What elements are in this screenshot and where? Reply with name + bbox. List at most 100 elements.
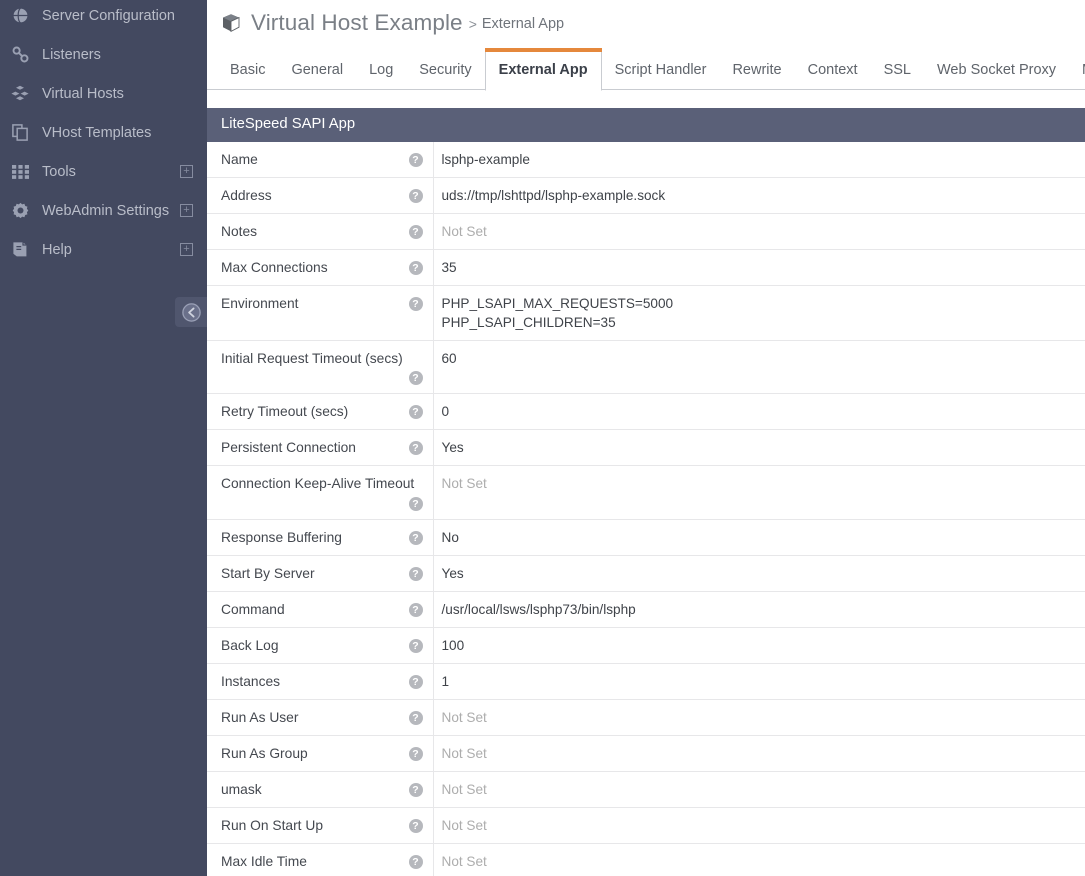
config-value-cell[interactable]: Not Set — [433, 214, 1085, 250]
help-icon[interactable]: ? — [408, 783, 423, 797]
config-value-cell[interactable]: 0 — [433, 394, 1085, 430]
config-value-cell[interactable]: 1 — [433, 664, 1085, 700]
expand-plus-icon[interactable]: + — [180, 243, 193, 256]
collapse-sidebar-button[interactable] — [175, 297, 207, 327]
label-wrapper: Command? — [221, 600, 423, 619]
config-label: umask — [221, 782, 262, 797]
tab-log[interactable]: Log — [356, 51, 406, 90]
tab-modules[interactable]: Modules — [1069, 51, 1085, 90]
sidebar-item-vhost-templates[interactable]: VHost Templates — [0, 113, 207, 152]
config-label: Connection Keep-Alive Timeout — [221, 476, 415, 491]
sidebar-item-help[interactable]: Help + — [0, 230, 207, 269]
label-wrapper: Instances? — [221, 672, 423, 691]
help-icon[interactable]: ? — [408, 297, 423, 311]
help-icon[interactable]: ? — [408, 405, 423, 419]
config-label: Run On Start Up — [221, 818, 323, 833]
expand-plus-icon[interactable]: + — [180, 204, 193, 217]
config-value: 100 — [441, 638, 465, 653]
config-label: Run As User — [221, 710, 299, 725]
tab-rewrite[interactable]: Rewrite — [719, 51, 794, 90]
book-icon — [7, 241, 33, 258]
config-value-cell[interactable]: Yes — [433, 556, 1085, 592]
sidebar-item-webadmin-settings[interactable]: WebAdmin Settings + — [0, 191, 207, 230]
tab-script-handler[interactable]: Script Handler — [602, 51, 720, 90]
tab-context[interactable]: Context — [795, 51, 871, 90]
table-row: Run On Start Up? Not Set — [207, 807, 1085, 844]
tab-bar: Basic General Log Security External App Scrip… — [207, 48, 1085, 91]
help-icon[interactable]: ? — [408, 189, 423, 203]
tab-security[interactable]: Security — [406, 51, 484, 90]
help-icon[interactable]: ? — [408, 675, 423, 689]
config-label-cell: Initial Request Timeout (secs)? — [207, 340, 434, 394]
help-icon[interactable]: ? — [408, 567, 423, 581]
config-label-cell: Max Idle Time? — [207, 843, 434, 876]
help-icon[interactable]: ? — [408, 603, 423, 617]
help-icon[interactable]: ? — [408, 639, 423, 653]
help-icon[interactable]: ? — [408, 261, 423, 275]
config-label: Retry Timeout (secs) — [221, 404, 349, 419]
config-value-cell[interactable]: Not Set — [433, 808, 1085, 844]
sidebar-item-listeners[interactable]: Listeners — [0, 35, 207, 74]
help-icon[interactable]: ? — [408, 371, 423, 385]
config-label: Run As Group — [221, 746, 308, 761]
config-label: Back Log — [221, 638, 279, 653]
label-wrapper: Max Idle Time? — [221, 852, 423, 871]
tab-basic[interactable]: Basic — [217, 51, 278, 90]
cubes-icon — [7, 85, 33, 102]
config-label-cell: Run As Group? — [207, 735, 434, 772]
help-icon[interactable]: ? — [408, 711, 423, 725]
grid-icon — [7, 164, 33, 179]
help-icon[interactable]: ? — [408, 225, 423, 239]
config-value: 0 — [441, 404, 450, 419]
config-value-cell[interactable]: No — [433, 520, 1085, 556]
config-value-cell[interactable]: 60 — [433, 341, 1085, 394]
config-label-cell: Back Log? — [207, 627, 434, 664]
config-value: 1 — [441, 674, 450, 689]
sidebar-item-virtual-hosts[interactable]: Virtual Hosts — [0, 74, 207, 113]
help-icon[interactable]: ? — [408, 441, 423, 455]
help-icon[interactable]: ? — [408, 819, 423, 833]
help-icon[interactable]: ? — [408, 153, 423, 167]
table-row: Retry Timeout (secs)? 0 — [207, 393, 1085, 430]
sidebar-item-server-configuration[interactable]: Server Configuration — [0, 0, 207, 35]
help-icon[interactable]: ? — [408, 531, 423, 545]
cube-icon — [223, 14, 240, 33]
config-value-cell[interactable]: /usr/local/lsws/lsphp73/bin/lsphp — [433, 592, 1085, 628]
config-value-cell[interactable]: Not Set — [433, 700, 1085, 736]
table-row: Back Log? 100 — [207, 627, 1085, 664]
config-value: 35 — [441, 260, 457, 275]
config-value-cell[interactable]: Not Set — [433, 736, 1085, 772]
tab-ssl[interactable]: SSL — [871, 51, 924, 90]
tab-external-app[interactable]: External App — [484, 48, 602, 91]
config-value-cell[interactable]: Yes — [433, 430, 1085, 466]
tab-web-socket-proxy[interactable]: Web Socket Proxy — [924, 51, 1069, 90]
config-value: lsphp-example — [441, 152, 530, 167]
config-label: Name — [221, 152, 258, 167]
config-value: uds://tmp/lshttpd/lsphp-example.sock — [441, 188, 666, 203]
config-value-cell[interactable]: PHP_LSAPI_MAX_REQUESTS=5000 PHP_LSAPI_CHI… — [433, 286, 1085, 341]
label-wrapper: Response Buffering? — [221, 528, 423, 547]
label-wrapper: Initial Request Timeout (secs)? — [221, 349, 423, 385]
config-value-cell[interactable]: Not Set — [433, 844, 1085, 876]
help-icon[interactable]: ? — [408, 747, 423, 761]
config-value-cell[interactable]: 100 — [433, 628, 1085, 664]
config-value-cell[interactable]: Not Set — [433, 466, 1085, 520]
config-value-cell[interactable]: lsphp-example — [433, 142, 1085, 178]
config-value-cell[interactable]: Not Set — [433, 772, 1085, 808]
label-wrapper: Max Connections? — [221, 258, 423, 277]
config-value-cell[interactable]: 35 — [433, 250, 1085, 286]
arrow-left-circle-icon — [181, 302, 201, 322]
config-label-cell: Notes? — [207, 213, 434, 250]
config-label: Max Connections — [221, 260, 328, 275]
tab-general[interactable]: General — [278, 51, 356, 90]
config-value: Not Set — [441, 854, 487, 869]
table-row: Persistent Connection? Yes — [207, 429, 1085, 466]
label-wrapper: Connection Keep-Alive Timeout? — [221, 474, 423, 511]
help-icon[interactable]: ? — [408, 497, 423, 511]
config-value-cell[interactable]: uds://tmp/lshttpd/lsphp-example.sock — [433, 178, 1085, 214]
table-row: Max Connections? 35 — [207, 249, 1085, 286]
help-icon[interactable]: ? — [408, 855, 423, 869]
config-value: Not Set — [441, 710, 487, 725]
sidebar-item-tools[interactable]: Tools + — [0, 152, 207, 191]
expand-plus-icon[interactable]: + — [180, 165, 193, 178]
